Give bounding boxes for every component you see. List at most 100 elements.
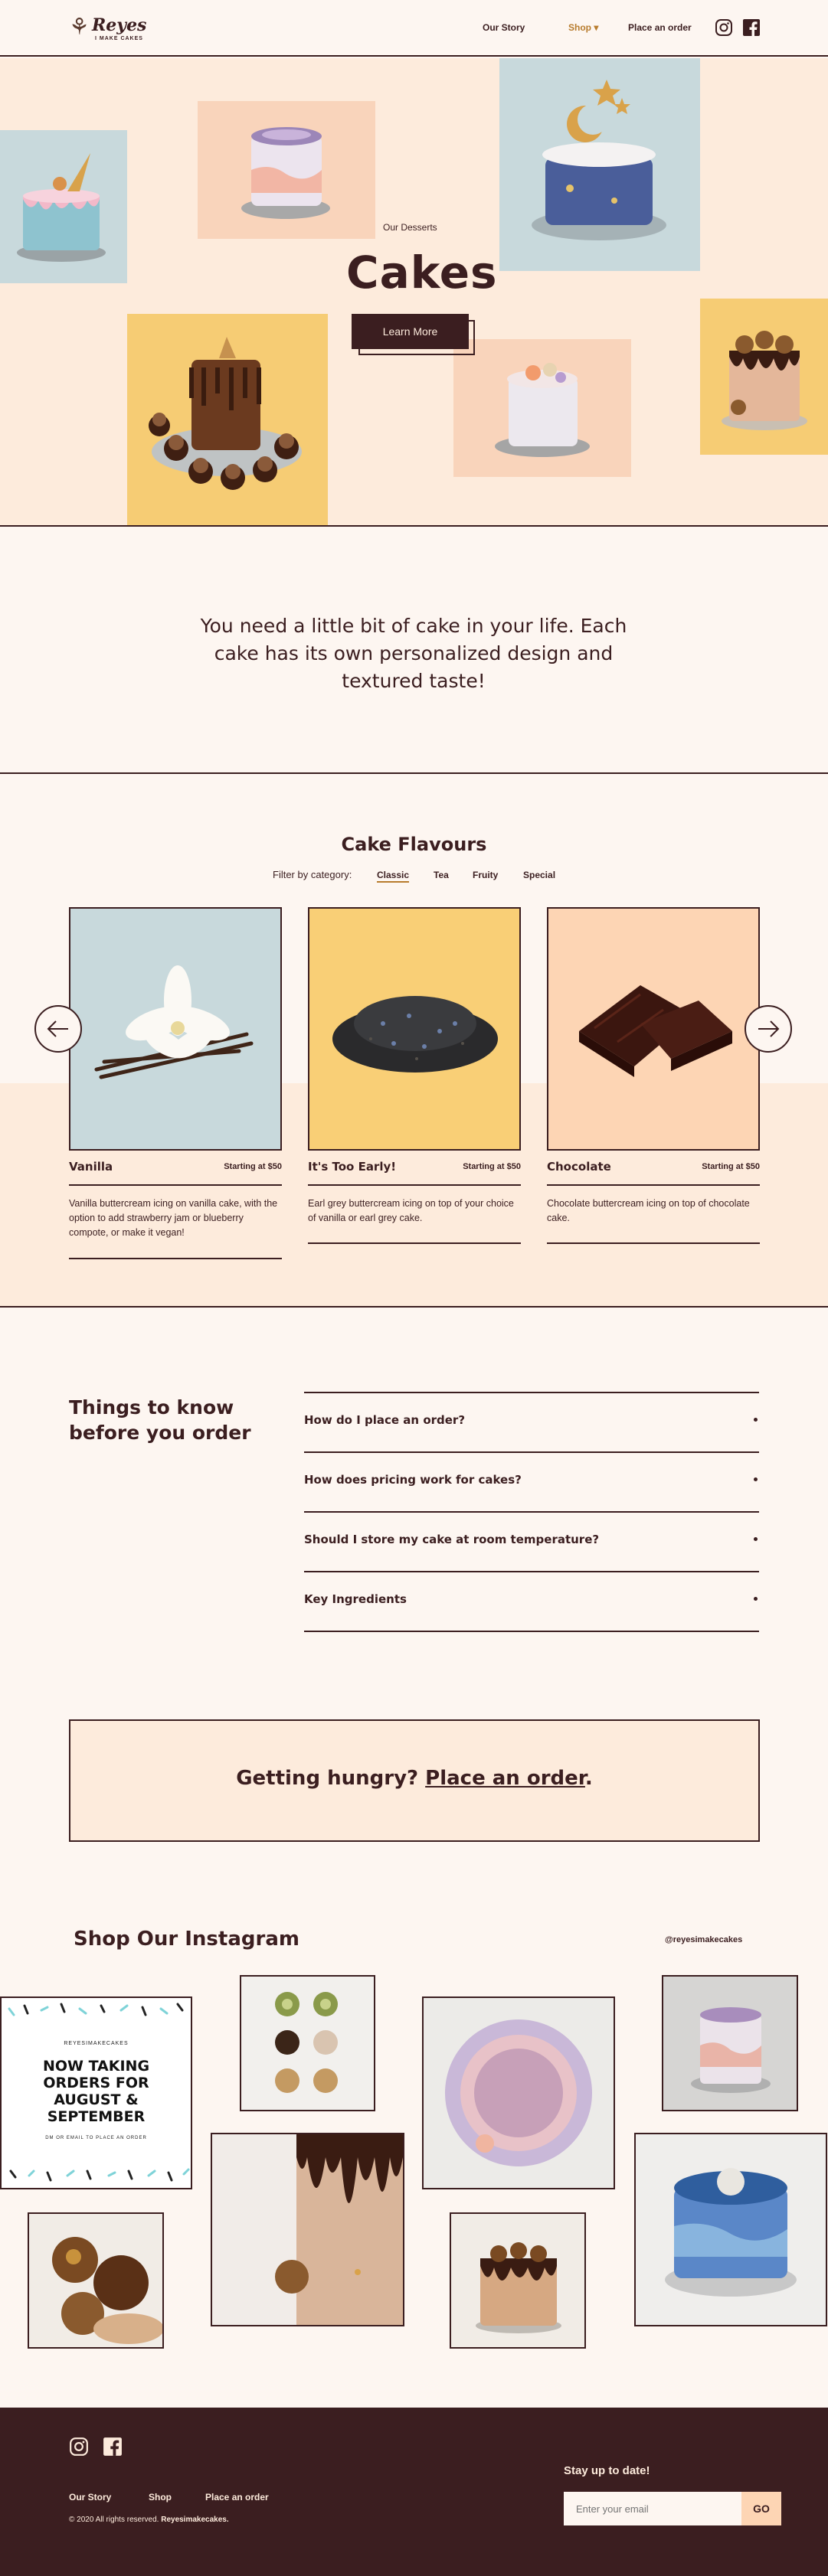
- carousel-prev-button[interactable]: [34, 1005, 82, 1053]
- logo[interactable]: ⚘ Reyes I MAKE CAKES: [69, 12, 146, 44]
- instagram-handle-link[interactable]: @reyesimakecakes: [665, 1935, 742, 1944]
- nav-place-order[interactable]: Place an order: [628, 22, 692, 33]
- site-header: ⚘ Reyes I MAKE CAKES Our Story Shop ▾ Pl…: [0, 0, 828, 57]
- hero-cake-image-drip: [0, 130, 127, 283]
- hero-cake-image-floral: [453, 339, 631, 477]
- instagram-post-drip-closeup[interactable]: [211, 2133, 404, 2326]
- logo-tagline: I MAKE CAKES: [95, 36, 143, 41]
- flavour-card-earl-grey[interactable]: It's Too Early! Starting at $50 Earl gre…: [308, 907, 521, 1244]
- logo-name: Reyes: [92, 15, 147, 35]
- divider: [304, 1631, 759, 1632]
- pastel-cake-photo: [691, 2007, 771, 2093]
- promo-subtitle: DM OR EMAIL TO PLACE AN ORDER: [45, 2136, 147, 2140]
- cta-place-order-link[interactable]: Place an order: [425, 1767, 585, 1790]
- filter-label: Filter by category:: [273, 869, 352, 880]
- hero-eyebrow: Our Desserts: [383, 222, 437, 233]
- instagram-icon[interactable]: [69, 2437, 89, 2457]
- whisk-icon: ⚘: [69, 14, 90, 41]
- instagram-post-promo[interactable]: REYESIMAKECAKES NOW TAKING ORDERS FOR AU…: [0, 1996, 192, 2189]
- carousel-next-button[interactable]: [745, 1005, 792, 1053]
- arrow-right-icon: [758, 1020, 780, 1037]
- instagram-section: Shop Our Instagram @reyesimakecakes REYE…: [0, 1868, 828, 2408]
- flavour-description: Earl grey buttercream icing on top of yo…: [308, 1198, 514, 1223]
- footer-link-shop[interactable]: Shop: [149, 2492, 172, 2503]
- flavour-price: Starting at $50: [224, 1162, 282, 1171]
- footer-link-place-order[interactable]: Place an order: [205, 2492, 269, 2503]
- faq-heading: Things to know before you order: [69, 1396, 251, 1444]
- instagram-post-pastel-cake[interactable]: [662, 1975, 798, 2111]
- flavour-name: Vanilla: [69, 1160, 113, 1174]
- nav-our-story[interactable]: Our Story: [483, 22, 525, 33]
- copyright: © 2020 All rights reserved. Reyesimakeca…: [69, 2516, 229, 2524]
- drip-closeup-photo: [275, 2134, 403, 2325]
- purple-cake-photo: [445, 2019, 592, 2166]
- expand-dot-icon: [754, 1477, 758, 1481]
- flavour-price: Starting at $50: [702, 1162, 760, 1171]
- flavour-name: It's Too Early!: [308, 1160, 397, 1174]
- flavour-image-vanilla: [69, 907, 282, 1151]
- flavours-section: Cake Flavours Filter by category: Classi…: [0, 775, 828, 1308]
- instagram-post-cupcakes[interactable]: [240, 1975, 375, 2111]
- instagram-post-purple-cake[interactable]: [422, 1996, 615, 2189]
- intro-quote: You need a little bit of cake in your li…: [200, 615, 627, 692]
- expand-dot-icon: [754, 1537, 758, 1541]
- cta-text: Getting hungry? Place an order.: [70, 1767, 758, 1790]
- promo-handle: REYESIMAKECAKES: [64, 2041, 129, 2046]
- instagram-post-drip-cake[interactable]: [450, 2212, 586, 2349]
- filter-tab-tea[interactable]: Tea: [434, 870, 449, 880]
- faq-section: Things to know before you order How do I…: [0, 1309, 828, 1868]
- faq-question: How do I place an order?: [304, 1413, 466, 1427]
- cta-period: .: [584, 1767, 593, 1790]
- flavour-card-vanilla[interactable]: Vanilla Starting at $50 Vanilla buttercr…: [69, 907, 282, 1259]
- flavours-title: Cake Flavours: [341, 834, 487, 855]
- expand-dot-icon: [754, 1597, 758, 1601]
- filter-tab-classic[interactable]: Classic: [377, 870, 410, 883]
- instagram-title: Shop Our Instagram: [74, 1928, 299, 1951]
- faq-item[interactable]: Key Ingredients: [304, 1571, 759, 1631]
- newsletter-go-button[interactable]: GO: [741, 2492, 781, 2525]
- divider: [308, 1242, 521, 1244]
- facebook-icon[interactable]: [742, 18, 761, 37]
- divider: [308, 1184, 521, 1186]
- filter-tab-special[interactable]: Special: [523, 870, 555, 880]
- faq-question: Should I store my cake at room temperatu…: [304, 1533, 600, 1546]
- faq-item[interactable]: Should I store my cake at room temperatu…: [304, 1511, 759, 1571]
- divider: [69, 1258, 282, 1259]
- facebook-icon[interactable]: [103, 2437, 123, 2457]
- copyright-brand: Reyesimakecakes.: [161, 2516, 229, 2524]
- copyright-text: © 2020 All rights reserved.: [69, 2516, 159, 2524]
- expand-dot-icon: [754, 1418, 758, 1422]
- cta-lead: Getting hungry?: [236, 1767, 426, 1790]
- hero-section: Our Desserts Cakes Learn More: [0, 58, 828, 527]
- flavour-name: Chocolate: [547, 1160, 611, 1174]
- drip-cake-photo: [476, 2242, 561, 2333]
- instagram-post-ferrero[interactable]: [28, 2212, 164, 2349]
- newsletter-email-input[interactable]: [564, 2492, 741, 2525]
- flavour-description: Chocolate buttercream icing on top of ch…: [547, 1198, 750, 1223]
- flavour-image-chocolate: [547, 907, 760, 1151]
- flavour-price: Starting at $50: [463, 1162, 521, 1171]
- cta-banner: Getting hungry? Place an order.: [69, 1719, 760, 1842]
- instagram-icon[interactable]: [715, 18, 733, 37]
- instagram-post-blue-cake[interactable]: [634, 2133, 827, 2326]
- promo-title: NOW TAKING ORDERS FOR AUGUST & SEPTEMBER: [42, 2058, 150, 2125]
- blue-cake-photo: [665, 2168, 797, 2297]
- hero-cake-image-galaxy: [499, 58, 700, 271]
- flavour-image-earl-grey: [308, 907, 521, 1151]
- footer-link-our-story[interactable]: Our Story: [69, 2492, 111, 2503]
- hero-cake-image-ferrero: [700, 299, 828, 455]
- nav-shop[interactable]: Shop ▾: [568, 22, 598, 33]
- filter-tab-fruity[interactable]: Fruity: [473, 870, 498, 880]
- intro-section: You need a little bit of cake in your li…: [0, 528, 828, 774]
- flavour-description: Vanilla buttercream icing on vanilla cak…: [69, 1198, 278, 1238]
- divider: [547, 1242, 760, 1244]
- faq-item[interactable]: How does pricing work for cakes?: [304, 1451, 759, 1511]
- faq-item[interactable]: How do I place an order?: [304, 1392, 759, 1451]
- learn-more-button[interactable]: Learn More: [352, 314, 469, 349]
- faq-question: How does pricing work for cakes?: [304, 1473, 522, 1487]
- hero-cake-image-chocolate-tower: [127, 314, 328, 525]
- flavour-card-chocolate[interactable]: Chocolate Starting at $50 Chocolate butt…: [547, 907, 760, 1244]
- hero-title: Cakes: [346, 246, 498, 299]
- newsletter-title: Stay up to date!: [564, 2464, 650, 2477]
- faq-question: Key Ingredients: [304, 1592, 407, 1606]
